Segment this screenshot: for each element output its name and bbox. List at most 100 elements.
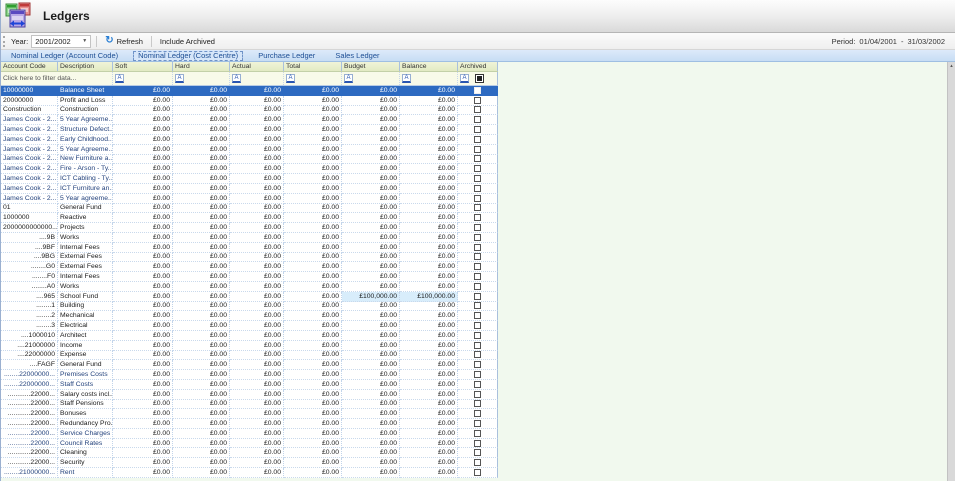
table-row[interactable]: James Cook - 2...ICT Cabling - Ty...£0.0… (1, 174, 498, 184)
archived-checkbox[interactable] (474, 263, 481, 270)
filter-row[interactable]: Click here to filter data... A A A A A A… (1, 72, 498, 86)
archived-checkbox[interactable] (474, 351, 481, 358)
table-row[interactable]: James Cook - 2...ICT Furniture an...£0.0… (1, 184, 498, 194)
column-header-actual[interactable]: Actual (230, 62, 284, 71)
column-header-total[interactable]: Total (284, 62, 342, 71)
archived-checkbox[interactable] (474, 361, 481, 368)
archived-checkbox[interactable] (474, 371, 481, 378)
table-row[interactable]: 01General Fund£0.00£0.00£0.00£0.00£0.00£… (1, 204, 498, 214)
archived-checkbox[interactable] (474, 253, 481, 260)
archived-checkbox[interactable] (474, 204, 481, 211)
filter-icon[interactable]: A (402, 74, 411, 83)
table-row[interactable]: ............22000...Service Charges£0.00… (1, 429, 498, 439)
tab-nominal-ledger-account-code[interactable]: Nominal Ledger (Account Code) (1, 50, 128, 61)
archived-checkbox[interactable] (474, 273, 481, 280)
table-row[interactable]: ........A0Works£0.00£0.00£0.00£0.00£0.00… (1, 282, 498, 292)
archived-checkbox[interactable] (474, 136, 481, 143)
archived-checkbox[interactable] (474, 322, 481, 329)
table-row[interactable]: ....9BGExternal Fees£0.00£0.00£0.00£0.00… (1, 253, 498, 263)
archived-checkbox[interactable] (474, 293, 481, 300)
archived-checkbox[interactable] (474, 459, 481, 466)
archived-checkbox[interactable] (474, 244, 481, 251)
archived-checkbox[interactable] (474, 420, 481, 427)
column-header-soft[interactable]: Soft (113, 62, 173, 71)
table-row[interactable]: 2000000000000...Projects£0.00£0.00£0.00£… (1, 223, 498, 233)
filter-icon[interactable]: A (115, 74, 124, 83)
table-row[interactable]: ............22000...Salary costs incl...… (1, 390, 498, 400)
table-row[interactable]: James Cook - 2...Structure Defect...£0.0… (1, 125, 498, 135)
table-row[interactable]: ........2Mechanical£0.00£0.00£0.00£0.00£… (1, 311, 498, 321)
include-archived-button[interactable]: Include Archived (157, 37, 218, 46)
table-row[interactable]: ....FAGFGeneral Fund£0.00£0.00£0.00£0.00… (1, 360, 498, 370)
table-row[interactable]: ....1000010Architect£0.00£0.00£0.00£0.00… (1, 331, 498, 341)
archived-checkbox[interactable] (474, 185, 481, 192)
archived-checkbox[interactable] (474, 126, 481, 133)
table-row[interactable]: James Cook - 2...New Furniture a...£0.00… (1, 155, 498, 165)
tab-nominal-ledger-cost-centre[interactable]: Nominal Ledger (Cost Centre) (133, 51, 243, 61)
table-row[interactable]: ....22000000Expense£0.00£0.00£0.00£0.00£… (1, 351, 498, 361)
year-dropdown[interactable]: 2001/2002 ▼ (31, 35, 91, 48)
column-header-balance[interactable]: Balance (400, 62, 458, 71)
archived-checkbox[interactable] (474, 116, 481, 123)
vertical-scrollbar[interactable]: ▴ (947, 62, 955, 481)
table-row[interactable]: James Cook - 2...5 Year Agreeme...£0.00£… (1, 145, 498, 155)
table-row[interactable]: ....965School Fund£0.00£0.00£0.00£0.00£1… (1, 292, 498, 302)
table-row[interactable]: ........F0Internal Fees£0.00£0.00£0.00£0… (1, 272, 498, 282)
column-header-archived[interactable]: Archived (458, 62, 498, 71)
tab-sales-ledger[interactable]: Sales Ledger (325, 50, 389, 61)
archived-checkbox[interactable] (474, 283, 481, 290)
column-header-account-code[interactable]: Account Code (1, 62, 58, 71)
scrollbar-top-icon[interactable]: ▴ (949, 63, 955, 69)
table-row[interactable]: 20000000Profit and Loss£0.00£0.00£0.00£0… (1, 96, 498, 106)
archived-checkbox[interactable] (474, 175, 481, 182)
archived-checkbox[interactable] (474, 146, 481, 153)
archived-checkbox[interactable] (474, 440, 481, 447)
table-row[interactable]: ............22000...Council Rates£0.00£0… (1, 439, 498, 449)
table-row[interactable]: James Cook - 2...Fire - Arson - Ty...£0.… (1, 164, 498, 174)
archived-checkbox[interactable] (474, 342, 481, 349)
filter-cell-balance[interactable]: A (400, 72, 458, 85)
archived-checkbox[interactable] (474, 302, 481, 309)
archived-checkbox[interactable] (474, 97, 481, 104)
filter-icon[interactable]: A (175, 74, 184, 83)
table-row[interactable]: ............22000...Cleaning£0.00£0.00£0… (1, 448, 498, 458)
table-row[interactable]: 10000000Balance Sheet£0.00£0.00£0.00£0.0… (1, 86, 498, 96)
table-row[interactable]: ....9BWorks£0.00£0.00£0.00£0.00£0.00£0.0… (1, 233, 498, 243)
table-row[interactable]: James Cook - 2...Early Childhood...£0.00… (1, 135, 498, 145)
tab-purchase-ledger[interactable]: Purchase Ledger (248, 50, 325, 61)
column-header-budget[interactable]: Budget (342, 62, 400, 71)
table-row[interactable]: James Cook - 2...5 Year agreeme...£0.00£… (1, 194, 498, 204)
archived-checkbox[interactable] (474, 234, 481, 241)
table-row[interactable]: James Cook - 2...5 Year Agreeme...£0.00£… (1, 115, 498, 125)
column-header-description[interactable]: Description (58, 62, 113, 71)
filter-cell-budget[interactable]: A (342, 72, 400, 85)
filter-hint-cell[interactable]: Click here to filter data... (1, 72, 113, 85)
table-row[interactable]: 1000000Reactive£0.00£0.00£0.00£0.00£0.00… (1, 213, 498, 223)
filter-cell-hard[interactable]: A (173, 72, 230, 85)
table-row[interactable]: ConstructionConstruction£0.00£0.00£0.00£… (1, 106, 498, 116)
column-header-hard[interactable]: Hard (173, 62, 230, 71)
archived-checkbox[interactable] (474, 430, 481, 437)
archived-checkbox[interactable] (474, 155, 481, 162)
archived-checkbox[interactable] (474, 391, 481, 398)
archived-checkbox[interactable] (474, 87, 481, 94)
table-row[interactable]: ........3Electrical£0.00£0.00£0.00£0.00£… (1, 321, 498, 331)
filter-cell-archived[interactable]: A (458, 72, 498, 85)
archived-checkbox[interactable] (474, 195, 481, 202)
table-row[interactable]: ............22000...Bonuses£0.00£0.00£0.… (1, 409, 498, 419)
archived-checkbox[interactable] (474, 410, 481, 417)
archived-checkbox[interactable] (474, 165, 481, 172)
table-row[interactable]: ....21000000Income£0.00£0.00£0.00£0.00£0… (1, 341, 498, 351)
filter-icon[interactable]: A (232, 74, 241, 83)
archived-checkbox[interactable] (474, 400, 481, 407)
refresh-button[interactable]: ↻ Refresh (102, 36, 146, 46)
table-row[interactable]: ........22000000...Premises Costs£0.00£0… (1, 370, 498, 380)
archived-checkbox[interactable] (474, 469, 481, 476)
archived-checkbox[interactable] (474, 312, 481, 319)
archived-checkbox[interactable] (474, 381, 481, 388)
table-row[interactable]: ........1Building£0.00£0.00£0.00£0.00£0.… (1, 302, 498, 312)
archived-checkbox[interactable] (474, 214, 481, 221)
filter-icon[interactable]: A (286, 74, 295, 83)
archived-checkbox[interactable] (474, 224, 481, 231)
table-row[interactable]: ............22000...Staff Pensions£0.00£… (1, 400, 498, 410)
